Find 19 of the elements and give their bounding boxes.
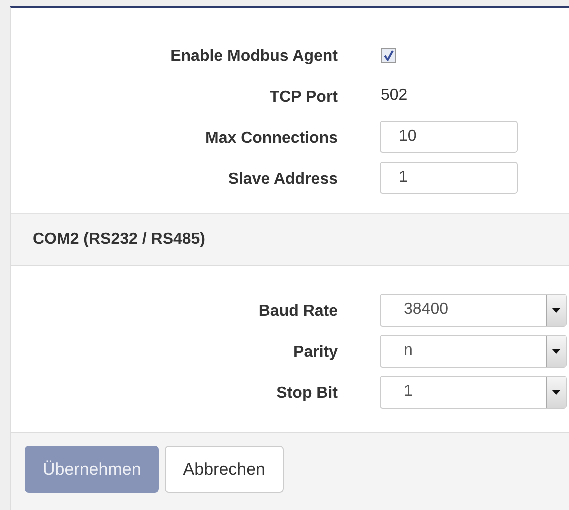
- caret-icon: [552, 308, 561, 312]
- caret-icon: [552, 348, 561, 354]
- field-label: TCP Port: [268, 88, 338, 106]
- field-label: Baud Rate: [258, 302, 338, 320]
- port-value: 502: [380, 87, 408, 105]
- field-label: Stop Bit: [276, 384, 338, 402]
- field-label: Max Connections: [204, 128, 338, 148]
- field-label: Slave Address: [227, 170, 338, 188]
- field-label: Enable Modbus Agent: [170, 46, 338, 66]
- cancel-button[interactable]: Abbrechen: [165, 446, 284, 493]
- select-field[interactable]: 38400: [380, 294, 567, 326]
- select-field[interactable]: 1: [380, 376, 567, 408]
- input-field[interactable]: 10: [380, 121, 518, 153]
- caret-icon: [552, 390, 561, 394]
- checkbox[interactable]: [381, 48, 396, 62]
- section-title: COM2 (RS232 / RS485): [33, 230, 206, 248]
- select-field[interactable]: n: [380, 334, 567, 368]
- input-field[interactable]: 1: [380, 162, 518, 194]
- field-label: Parity: [292, 342, 338, 362]
